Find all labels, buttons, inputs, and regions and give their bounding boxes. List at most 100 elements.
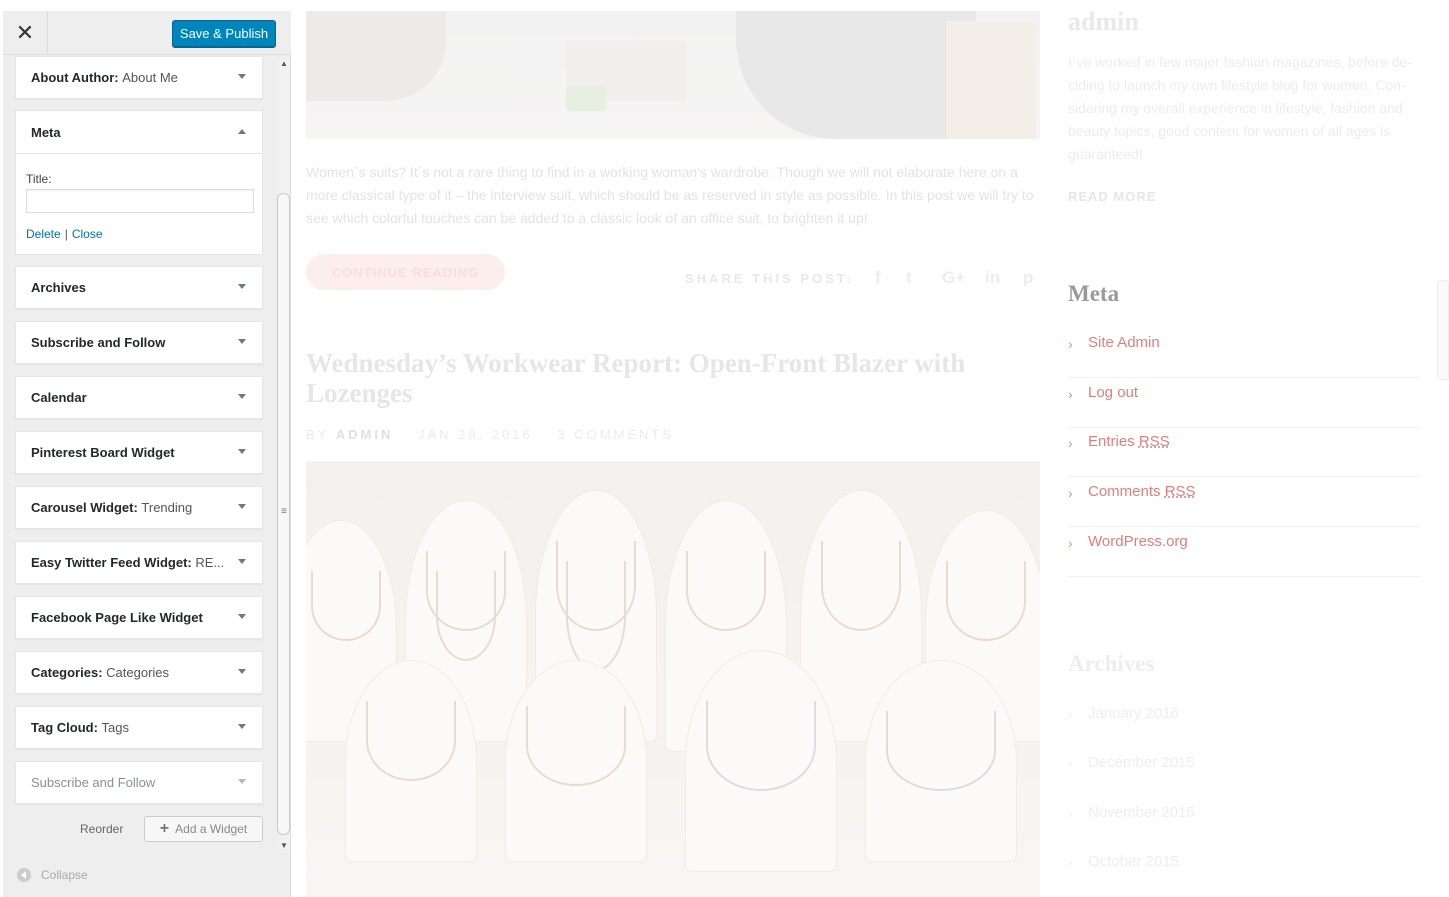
meta-link-label: Entries RSS <box>1088 433 1170 450</box>
expand-arrow-icon[interactable] <box>238 504 246 509</box>
widget-list: About Author: About Me Meta Title: Delet… <box>3 56 291 856</box>
archive-link[interactable]: › October 2015 <box>1068 850 1420 897</box>
read-more-link[interactable]: READ MORE <box>1068 189 1156 204</box>
close-widget-link[interactable]: Close <box>72 227 103 241</box>
facebook-icon[interactable]: f <box>875 268 881 288</box>
widget-title: Pinterest Board Widget <box>31 445 175 460</box>
widget-facebook-page-like[interactable]: Facebook Page Like Widget <box>15 596 263 639</box>
pinterest-icon[interactable]: p <box>1023 268 1033 288</box>
chevron-right-icon: › <box>1068 386 1073 402</box>
meta-link-log-out[interactable]: › Log out <box>1068 378 1420 428</box>
chevron-right-icon: › <box>1068 706 1073 722</box>
widget-title: Subscribe and Follow <box>31 335 166 350</box>
archive-link[interactable]: › December 2015 <box>1068 751 1420 801</box>
post-date: JAN 28, 2016 <box>417 427 533 442</box>
add-widget-button[interactable]: + Add a Widget <box>144 816 263 842</box>
about-author-name: admin <box>1068 7 1139 36</box>
widget-tag-cloud[interactable]: Tag Cloud: Tags <box>15 706 263 749</box>
chevron-right-icon: › <box>1068 336 1073 352</box>
meta-link-label: WordPress.org <box>1088 533 1188 550</box>
widget-title: Subscribe and Follow <box>31 775 156 790</box>
chevron-right-icon: › <box>1068 854 1073 870</box>
expand-arrow-icon[interactable] <box>238 614 246 619</box>
widget-pinterest-board[interactable]: Pinterest Board Widget <box>15 431 263 474</box>
widget-title: About Author: About Me <box>31 70 178 85</box>
widget-subscribe-follow-2[interactable]: Subscribe and Follow <box>15 761 263 804</box>
widget-calendar[interactable]: Calendar <box>15 376 263 419</box>
continue-reading-button[interactable]: CONTINUE READING <box>306 254 505 290</box>
collapse-arrow-icon[interactable] <box>238 129 246 134</box>
widget-title: Tag Cloud: Tags <box>31 720 130 735</box>
meta-link-site-admin[interactable]: › Site Admin <box>1068 328 1420 378</box>
about-author-text: I´ve worked in few major fashion magazin… <box>1068 54 1412 162</box>
widget-subscribe-follow[interactable]: Subscribe and Follow <box>15 321 263 364</box>
widget-title: Categories: Categories <box>31 665 170 680</box>
expand-arrow-icon[interactable] <box>238 724 246 729</box>
expand-arrow-icon[interactable] <box>238 669 246 674</box>
widget-easy-twitter-feed[interactable]: Easy Twitter Feed Widget: RE... <box>15 541 263 584</box>
plus-icon: + <box>159 820 170 837</box>
widget-about-author[interactable]: About Author: About Me <box>15 56 263 99</box>
post-meta: BY ADMIN JAN 28, 2016 3 COMMENTS <box>306 427 675 442</box>
widget-meta-header[interactable]: Meta <box>16 111 262 154</box>
meta-title-input[interactable] <box>26 189 254 213</box>
post-featured-image[interactable] <box>306 11 1040 139</box>
scroll-down-arrow-icon[interactable]: ▼ <box>280 841 288 850</box>
post-featured-image-jewelry[interactable] <box>306 461 1040 897</box>
meta-link-label: Log out <box>1088 384 1139 401</box>
expand-arrow-icon[interactable] <box>238 394 246 399</box>
widget-title: Facebook Page Like Widget <box>31 610 203 625</box>
meta-link-label: Site Admin <box>1088 334 1160 351</box>
delete-widget-link[interactable]: Delete <box>26 227 61 241</box>
close-customizer-button[interactable]: ✕ <box>3 11 48 55</box>
widget-title: Meta <box>31 125 61 140</box>
meta-widget-actions: Delete | Close <box>26 227 103 241</box>
close-icon: ✕ <box>15 20 35 45</box>
chevron-right-icon: › <box>1068 435 1073 451</box>
expand-arrow-icon[interactable] <box>238 284 246 289</box>
share-label: SHARE THIS POST: <box>685 271 854 286</box>
chevron-right-icon: › <box>1068 755 1073 771</box>
reorder-link[interactable]: Reorder <box>80 822 123 836</box>
collapse-sidebar-button[interactable]: Collapse <box>17 868 88 882</box>
widget-archives[interactable]: Archives <box>15 266 263 309</box>
twitter-icon[interactable]: t <box>906 268 912 288</box>
post-excerpt: Women´s suits? It´s not a rare thing to … <box>306 164 1034 226</box>
meta-link-comments-rss[interactable]: › Comments RSS <box>1068 477 1420 527</box>
expand-arrow-icon[interactable] <box>238 449 246 454</box>
linkedin-icon[interactable]: in <box>985 268 1000 288</box>
expand-arrow-icon[interactable] <box>238 779 246 784</box>
widget-title: Carousel Widget: Trending <box>31 500 193 515</box>
post-author-link[interactable]: ADMIN <box>336 427 394 442</box>
widget-title: Easy Twitter Feed Widget: RE... <box>31 555 225 570</box>
archive-link[interactable]: › January 2016 <box>1068 702 1420 752</box>
expand-arrow-icon[interactable] <box>238 339 246 344</box>
customizer-sidebar: ✕ Save & Publish About Author: About Me … <box>3 11 291 897</box>
post-comments-link[interactable]: 3 COMMENTS <box>557 427 674 442</box>
widget-title: Calendar <box>31 390 87 405</box>
separator: | <box>64 227 68 241</box>
add-widget-label: Add a Widget <box>175 822 248 836</box>
site-preview: Women´s suits? It´s not a rare thing to … <box>292 0 1449 897</box>
google-plus-icon[interactable]: G+ <box>942 268 965 288</box>
scroll-grip-icon: ≡ <box>281 506 287 517</box>
preview-scrollbar[interactable] <box>1437 280 1449 380</box>
meta-title-label: Title: <box>26 172 52 186</box>
widget-meta-expanded: Meta Title: Delete | Close <box>15 110 263 255</box>
meta-widget-heading: Meta <box>1068 281 1120 306</box>
save-publish-button[interactable]: Save & Publish <box>172 20 276 47</box>
meta-link-wordpress-org[interactable]: › WordPress.org <box>1068 527 1420 577</box>
widget-title: Archives <box>31 280 86 295</box>
post-title-link[interactable]: Wednesday’s Workwear Report: Open-Front … <box>306 348 1006 408</box>
expand-arrow-icon[interactable] <box>238 74 246 79</box>
customizer-header: ✕ Save & Publish <box>3 11 291 55</box>
expand-arrow-icon[interactable] <box>238 559 246 564</box>
collapse-label: Collapse <box>41 868 88 882</box>
scroll-up-arrow-icon[interactable]: ▲ <box>280 59 288 68</box>
meta-link-label: Comments RSS <box>1088 483 1196 500</box>
widget-carousel[interactable]: Carousel Widget: Trending <box>15 486 263 529</box>
widget-categories[interactable]: Categories: Categories <box>15 651 263 694</box>
archive-link[interactable]: › November 2015 <box>1068 801 1420 851</box>
meta-link-entries-rss[interactable]: › Entries RSS <box>1068 427 1420 477</box>
chevron-right-icon: › <box>1068 535 1073 551</box>
